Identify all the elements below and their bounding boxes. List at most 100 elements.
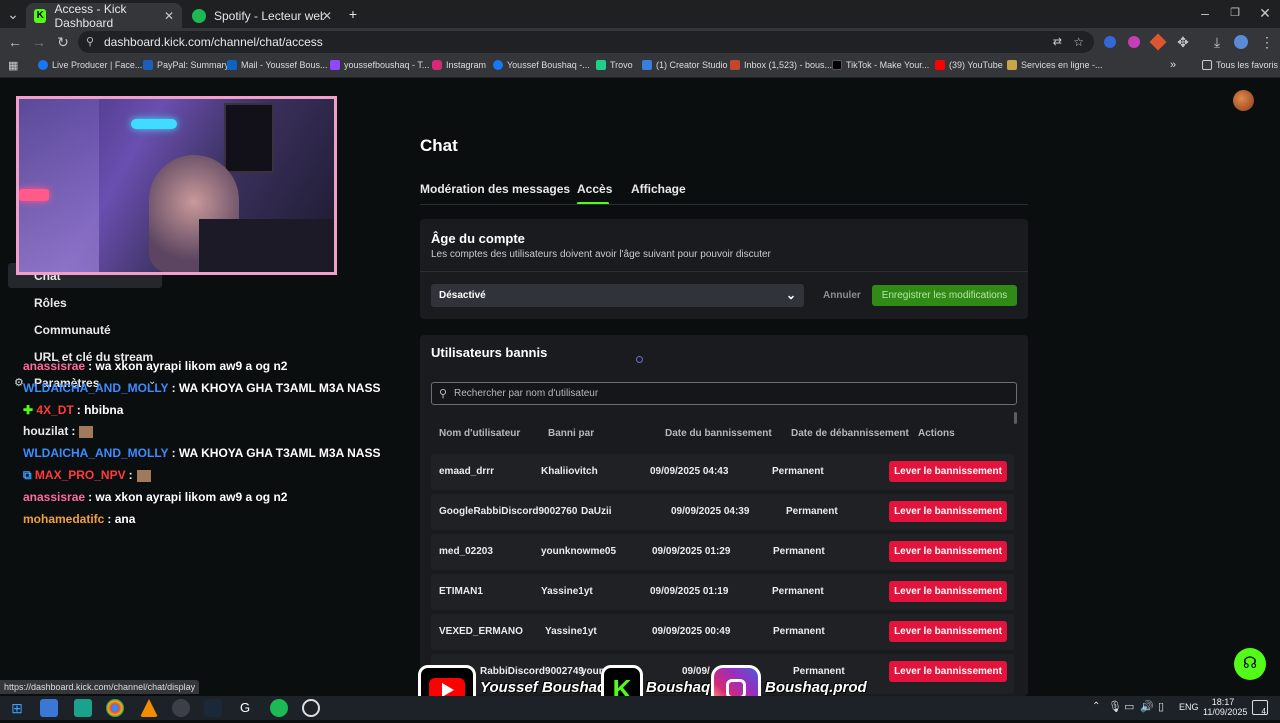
user-avatar[interactable] (1233, 90, 1254, 111)
tray-chevron-icon[interactable]: ⌃ (1092, 701, 1100, 712)
tab-moderation[interactable]: Modération des messages (420, 182, 570, 196)
extensions-puzzle-icon[interactable]: ✥ (1174, 33, 1192, 51)
save-button[interactable]: Enregistrer les modifications (872, 285, 1017, 306)
battery-icon[interactable]: ▯ (1158, 700, 1164, 713)
bookmark-label: Instagram (446, 60, 487, 70)
notification-icon[interactable]: 4 (1252, 700, 1268, 716)
tab-display[interactable]: Affichage (631, 182, 686, 196)
chat-text: : WA KHOYA GHA T3AML M3A NASS (171, 381, 381, 395)
close-tab-icon[interactable]: ✕ (164, 9, 174, 23)
minimize-icon[interactable]: – (1196, 4, 1214, 22)
unban-button[interactable]: Lever le bannissement (889, 461, 1007, 482)
cell-username: med_02203 (439, 546, 493, 557)
sidebar-item-roles[interactable]: Rôles (34, 296, 67, 310)
app-icon[interactable] (74, 699, 92, 717)
help-chat-button[interactable]: ☊ (1234, 648, 1266, 680)
cancel-button[interactable]: Annuler (823, 290, 861, 301)
obs-icon[interactable] (172, 699, 190, 717)
unban-button[interactable]: Lever le bannissement (889, 581, 1007, 602)
all-bookmarks-folder[interactable]: Tous les favoris (1202, 60, 1278, 70)
chat-text: : wa xkon ayrapi likom aw9 a og n2 (88, 490, 288, 504)
tab-label: Access - Kick Dashboard (54, 1, 127, 30)
column-header-banned-by[interactable]: Banni par (548, 428, 594, 439)
sidebar-item-community[interactable]: Communauté (34, 323, 111, 337)
vlc-icon[interactable] (140, 699, 158, 717)
site-info-icon[interactable]: ⚲ (86, 31, 94, 53)
extension-icon[interactable] (1128, 36, 1140, 48)
bookmark-item[interactable]: Trovo (596, 60, 633, 70)
column-header-ban-date[interactable]: Date du bannissement (665, 428, 772, 439)
chat-username: houzilat (23, 424, 69, 438)
chrome-icon[interactable] (106, 699, 124, 717)
unban-button[interactable]: Lever le bannissement (889, 621, 1007, 642)
bookmark-star-icon[interactable]: ☆ (1073, 31, 1084, 53)
status-url: https://dashboard.kick.com/channel/chat/… (0, 680, 200, 694)
url-bar[interactable]: ⚲ dashboard.kick.com/channel/chat/access… (78, 31, 1094, 53)
more-bookmarks-icon[interactable]: » (1170, 59, 1176, 71)
language-indicator[interactable]: ENG (1179, 702, 1199, 712)
cell-ban-date: 09/09/2025 00:49 (652, 626, 731, 637)
bookmark-item[interactable]: youssefboushaq - T... (330, 60, 429, 70)
tab-search-icon[interactable]: ⌄ (4, 5, 22, 23)
column-header-username[interactable]: Nom d'utilisateur (439, 428, 520, 439)
bookmark-item[interactable]: Live Producer | Face... (38, 60, 142, 70)
facebook-icon (493, 60, 503, 70)
profile-avatar[interactable] (1234, 35, 1248, 49)
download-icon[interactable]: ⤓ (1208, 33, 1226, 51)
steam-icon[interactable] (204, 699, 222, 717)
bookmark-item[interactable]: Mail - Youssef Bous... (227, 60, 328, 70)
bookmark-label: (1) Creator Studio (656, 60, 728, 70)
search-input[interactable]: ⚲ Rechercher par nom d'utilisateur (431, 382, 1017, 405)
bookmark-item[interactable]: Instagram (432, 60, 486, 70)
app-icon[interactable] (302, 699, 320, 717)
back-icon[interactable]: ← (6, 33, 24, 51)
bookmark-item[interactable]: (1) Creator Studio (642, 60, 728, 70)
tab-spotify[interactable]: Spotify - Lecteur web : de la mu ✕ (184, 3, 340, 28)
chat-text: : (128, 468, 133, 482)
bookmark-item[interactable]: Services en ligne -... (1007, 60, 1103, 70)
explorer-icon[interactable] (40, 699, 58, 717)
volume-icon[interactable]: 🔊 (1140, 700, 1154, 713)
bookmark-item[interactable]: Youssef Boushaq -... (493, 60, 590, 70)
cell-ban-date: 09/09/2025 01:19 (650, 586, 729, 597)
account-age-select[interactable]: Désactivé ⌄ (431, 284, 804, 307)
bookmark-item[interactable]: Inbox (1,523) - bous... (730, 60, 832, 70)
divider (420, 271, 1028, 272)
microphone-icon[interactable]: 🎙 (1108, 700, 1122, 713)
unban-button[interactable]: Lever le bannissement (889, 501, 1007, 522)
scrollbar-thumb[interactable] (1014, 412, 1017, 424)
network-icon[interactable]: ▭ (1124, 700, 1134, 713)
apps-grid-icon[interactable]: ▦ (8, 59, 18, 72)
bookmark-item[interactable]: PayPal: Summary (143, 60, 229, 70)
clock[interactable]: 18:17 11/09/2025 (1203, 697, 1247, 717)
cell-ban-date: 09/09/2025 04:43 (650, 466, 729, 477)
search-icon: ⚲ (439, 388, 448, 400)
instagram-icon (432, 60, 442, 70)
app-icon[interactable]: G (236, 699, 254, 717)
column-header-unban-date[interactable]: Date de débannissement (791, 428, 909, 439)
bookmark-label: Services en ligne -... (1021, 60, 1103, 70)
bookmark-item[interactable]: (39) YouTube (935, 60, 1003, 70)
new-tab-icon[interactable]: + (344, 5, 362, 23)
chat-username: 4X_DT (36, 403, 74, 417)
bookmark-label: youssefboushaq - T... (344, 60, 430, 70)
close-window-icon[interactable]: ✕ (1256, 4, 1274, 22)
unban-button[interactable]: Lever le bannissement (889, 541, 1007, 562)
reload-icon[interactable]: ↻ (54, 33, 72, 51)
close-tab-icon[interactable]: ✕ (322, 9, 332, 23)
forward-icon[interactable]: → (30, 33, 48, 51)
extension-icon[interactable] (1104, 36, 1116, 48)
spotify-icon[interactable] (270, 699, 288, 717)
translate-icon[interactable]: ⇄ (1053, 31, 1062, 53)
bookmark-item[interactable]: TikTok - Make Your... (832, 60, 929, 70)
bookmark-label: Trovo (610, 60, 633, 70)
windows-start-icon[interactable]: ⊞ (8, 699, 26, 717)
unban-button[interactable]: Lever le bannissement (889, 661, 1007, 682)
restore-icon[interactable]: ❐ (1226, 4, 1244, 22)
chat-message: ⧉ MAX_PRO_NPV: (23, 468, 151, 483)
extension-icon[interactable] (1149, 33, 1167, 51)
tab-kick-dashboard[interactable]: K Access - Kick Dashboard ✕ (26, 1, 182, 30)
menu-dots-icon[interactable]: ⋮ (1258, 33, 1276, 51)
bookmark-label: Tous les favoris (1216, 60, 1279, 70)
tab-access[interactable]: Accès (577, 182, 612, 196)
